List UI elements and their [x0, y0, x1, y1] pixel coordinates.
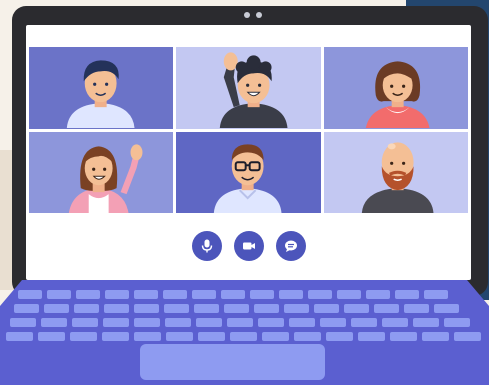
webcam-dot	[244, 12, 250, 18]
keyboard-key	[320, 318, 346, 327]
keyboard-key	[41, 318, 67, 327]
keyboard-key	[47, 290, 71, 299]
call-controls	[26, 231, 471, 263]
microphone-icon	[201, 239, 212, 253]
keyboard	[0, 280, 489, 385]
keyboard-key	[326, 332, 353, 341]
keyboard-key	[224, 304, 249, 313]
participant-tile[interactable]	[29, 47, 174, 129]
keyboard-key	[165, 318, 191, 327]
webcam-dot	[256, 12, 262, 18]
keyboard-key	[18, 290, 42, 299]
chat-button[interactable]	[275, 231, 306, 261]
keyboard-key	[134, 304, 159, 313]
laptop-keyboard-deck	[0, 280, 489, 385]
keyboard-key	[382, 318, 408, 327]
keyboard-key	[314, 304, 339, 313]
keyboard-key	[358, 332, 385, 341]
keyboard-key	[134, 332, 161, 341]
keyboard-key	[404, 304, 429, 313]
keyboard-key	[166, 332, 193, 341]
keyboard-key	[192, 290, 216, 299]
keyboard-key	[221, 290, 245, 299]
keyboard-key	[6, 332, 33, 341]
chat-bubble-icon	[284, 240, 297, 252]
keyboard-key	[134, 318, 160, 327]
participant-avatar	[361, 141, 434, 213]
keyboard-key	[105, 290, 129, 299]
keyboard-key	[344, 304, 369, 313]
keyboard-key	[227, 318, 253, 327]
keyboard-key	[422, 332, 449, 341]
keyboard-key	[134, 290, 158, 299]
keyboard-key	[366, 290, 390, 299]
keyboard-key	[230, 332, 257, 341]
microphone-button[interactable]	[191, 231, 222, 261]
keyboard-key	[424, 290, 448, 299]
keyboard-key	[14, 304, 39, 313]
keyboard-key	[38, 332, 65, 341]
keyboard-key	[10, 318, 36, 327]
keyboard-key	[284, 304, 309, 313]
video-camera-icon	[242, 242, 255, 250]
keyboard-key	[104, 304, 129, 313]
participant-avatar	[66, 60, 135, 129]
keyboard-key	[74, 304, 99, 313]
keyboard-key	[351, 318, 377, 327]
video-call-illustration	[0, 0, 489, 385]
keyboard-key	[308, 290, 332, 299]
keyboard-key	[262, 332, 289, 341]
keyboard-key	[254, 304, 279, 313]
keyboard-key	[337, 290, 361, 299]
keyboard-key	[454, 332, 481, 341]
keyboard-key	[76, 290, 100, 299]
participant-avatar	[68, 143, 143, 213]
participant-tile[interactable]	[176, 131, 321, 213]
participant-avatar	[220, 52, 288, 129]
keyboard-key	[250, 290, 274, 299]
keyboard-key	[258, 318, 284, 327]
participant-grid	[29, 47, 468, 213]
keyboard-key	[395, 290, 419, 299]
keyboard-key	[70, 332, 97, 341]
keyboard-key	[413, 318, 439, 327]
keyboard-key	[103, 318, 129, 327]
participant-avatar	[365, 61, 430, 129]
laptop-screen	[26, 25, 471, 280]
keyboard-key	[434, 304, 459, 313]
keyboard-key	[198, 332, 225, 341]
participant-avatar	[214, 143, 282, 213]
keyboard-key	[390, 332, 417, 341]
keyboard-key	[294, 332, 321, 341]
video-button[interactable]	[233, 231, 264, 261]
keyboard-key	[289, 318, 315, 327]
participant-tile[interactable]	[176, 47, 321, 129]
participant-tile[interactable]	[323, 47, 468, 129]
participant-tile[interactable]	[323, 131, 468, 213]
keyboard-key	[374, 304, 399, 313]
participant-tile[interactable]	[29, 131, 174, 213]
keyboard-key	[164, 304, 189, 313]
keyboard-key	[72, 318, 98, 327]
webcam	[244, 12, 262, 18]
keyboard-key	[196, 318, 222, 327]
keyboard-key	[444, 318, 470, 327]
keyboard-key	[44, 304, 69, 313]
keyboard-key	[279, 290, 303, 299]
keyboard-key	[102, 332, 129, 341]
touchpad[interactable]	[140, 344, 325, 380]
keyboard-key	[163, 290, 187, 299]
keyboard-key	[194, 304, 219, 313]
